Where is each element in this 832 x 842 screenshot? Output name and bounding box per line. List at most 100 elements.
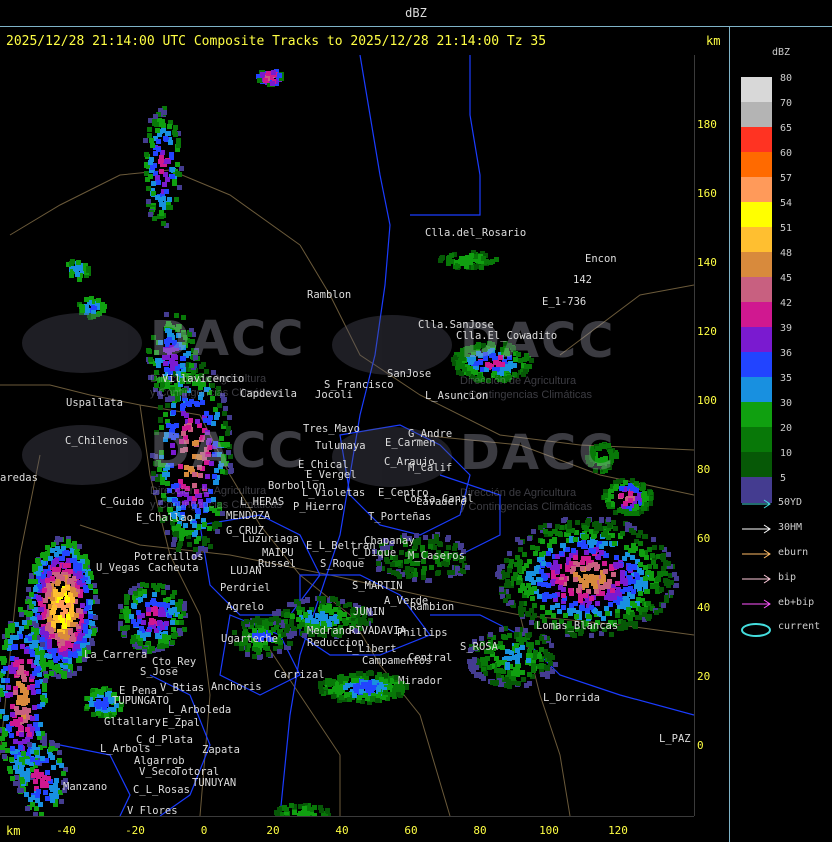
radar-echo-pixel	[600, 585, 605, 590]
radar-echo-pixel	[515, 555, 520, 560]
place-label: MENDOZA	[226, 510, 271, 522]
radar-echo-pixel	[347, 602, 352, 607]
track-legend-item: 50YD	[740, 497, 832, 511]
radar-echo-pixel	[552, 537, 557, 542]
radar-echo-pixel	[589, 543, 594, 548]
radar-echo-pixel	[591, 534, 596, 539]
legend-swatch	[741, 227, 772, 253]
radar-echo-pixel	[50, 576, 55, 581]
radar-echo-pixel	[580, 566, 585, 571]
radar-echo-pixel	[151, 583, 156, 588]
place-label: Lomas_Blancas	[536, 620, 619, 632]
map-right-border	[694, 55, 695, 816]
radar-echo-pixel	[80, 603, 85, 608]
radar-echo-pixel	[628, 498, 633, 503]
radar-echo-pixel	[13, 690, 18, 695]
radar-echo-pixel	[272, 611, 277, 616]
radar-echo-pixel	[458, 259, 463, 264]
place-label: Clla.El_Cowadito	[456, 330, 558, 342]
radar-echo-pixel	[322, 605, 327, 610]
radar-echo-pixel	[522, 552, 527, 557]
radar-echo-pixel	[666, 552, 671, 557]
radar-echo-pixel	[36, 595, 41, 600]
radar-echo-pixel	[178, 614, 183, 619]
radar-echo-pixel	[40, 650, 45, 655]
radar-echo-pixel	[20, 684, 25, 689]
radar-echo-pixel	[297, 610, 302, 615]
radar-echo-pixel	[170, 600, 175, 605]
radar-echo-pixel	[277, 649, 282, 654]
radar-echo-pixel	[612, 595, 617, 600]
dacc-logo-text: DACC	[150, 311, 306, 367]
radar-echo-pixel	[214, 521, 219, 526]
track-arrow-icon	[742, 499, 771, 509]
radar-echo-pixel	[146, 199, 151, 204]
y-tick-label: 100	[697, 394, 717, 407]
radar-echo-pixel	[630, 594, 635, 599]
radar-echo-pixel	[10, 746, 15, 751]
radar-echo-pixel	[376, 567, 381, 572]
place-label: C_Chilenos	[65, 435, 129, 447]
radar-echo-pixel	[119, 614, 124, 619]
radar-echo-pixel	[540, 605, 545, 610]
radar-echo-pixel	[583, 593, 588, 598]
dacc-logo-emblem-icon	[22, 425, 142, 485]
radar-echo-pixel	[19, 757, 24, 762]
radar-echo-pixel	[497, 565, 502, 570]
place-label: U_Vegas	[96, 562, 141, 574]
radar-echo-pixel	[54, 552, 59, 557]
radar-echo-pixel	[634, 584, 639, 589]
radar-echo-pixel	[636, 533, 641, 538]
place-label: L_Arbols	[100, 743, 151, 755]
radar-echo-pixel	[38, 802, 43, 807]
radar-echo-pixel	[537, 654, 542, 659]
radar-echo-pixel	[132, 586, 137, 591]
radar-echo-pixel	[350, 673, 355, 678]
radar-echo-pixel	[7, 766, 12, 771]
radar-echo-pixel	[217, 403, 222, 408]
radar-echo-pixel	[34, 628, 39, 633]
radar-echo-pixel	[390, 562, 395, 567]
radar-echo-pixel	[428, 539, 433, 544]
radar-map-panel[interactable]: DACC Dirección de Agricultura y Continge…	[0, 55, 694, 816]
radar-echo-pixel	[444, 562, 449, 567]
radar-echo-pixel	[602, 561, 607, 566]
place-label: Gltallary	[104, 716, 161, 728]
radar-echo-pixel	[539, 647, 544, 652]
radar-echo-pixel	[118, 604, 123, 609]
radar-echo-pixel	[47, 587, 52, 592]
radar-echo-pixel	[485, 656, 490, 661]
radar-echo-pixel	[74, 613, 79, 618]
y-tick-label: 40	[697, 601, 711, 614]
radar-echo-pixel	[123, 609, 128, 614]
place-label: L_Libert	[346, 643, 397, 655]
radar-echo-pixel	[149, 138, 154, 143]
radar-echo-pixel	[38, 607, 43, 612]
radar-echo-pixel	[170, 620, 175, 625]
radar-echo-pixel	[156, 139, 161, 144]
radar-echo-pixel	[638, 541, 643, 546]
radar-echo-pixel	[481, 256, 486, 261]
radar-echo-pixel	[61, 646, 66, 651]
radar-echo-pixel	[54, 558, 59, 563]
radar-echo-pixel	[634, 481, 639, 486]
composite-header-text: 2025/12/28 21:14:00 UTC Composite Tracks…	[6, 34, 547, 49]
radar-echo-pixel	[375, 698, 380, 703]
radar-echo-pixel	[31, 690, 36, 695]
radar-echo-pixel	[152, 601, 157, 606]
radar-echo-pixel	[669, 590, 674, 595]
legend-swatch	[741, 102, 772, 128]
radar-echo-pixel	[90, 641, 95, 646]
radar-echo-pixel	[2, 742, 7, 747]
radar-echo-pixel	[153, 114, 158, 119]
radar-echo-pixel	[628, 491, 633, 496]
radar-echo-pixel	[406, 574, 411, 579]
radar-echo-pixel	[589, 633, 594, 638]
radar-echo-pixel	[625, 598, 630, 603]
radar-echo-pixel	[646, 616, 651, 621]
radar-echo-pixel	[44, 783, 49, 788]
radar-echo-pixel	[25, 806, 30, 811]
radar-echo-pixel	[539, 636, 544, 641]
radar-echo-pixel	[546, 551, 551, 556]
radar-echo-pixel	[559, 580, 564, 585]
